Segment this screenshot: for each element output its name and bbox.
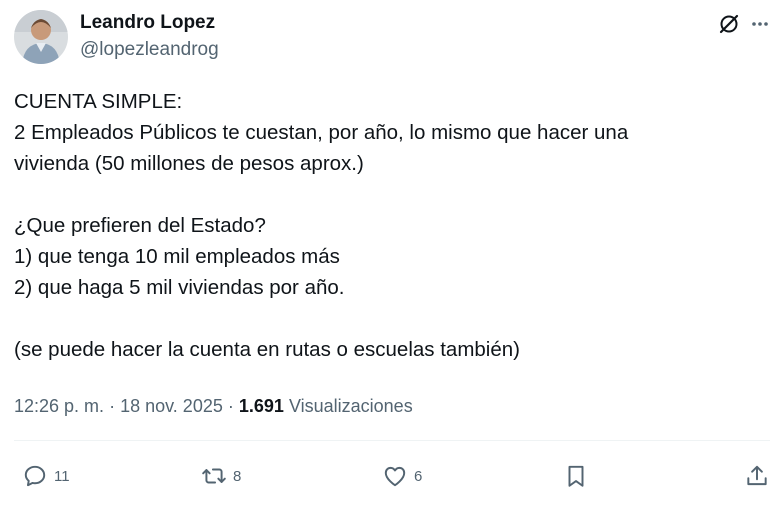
- like-count: 6: [414, 467, 423, 485]
- repost-button[interactable]: 8: [201, 456, 241, 496]
- post-line: ¿Que prefieren del Estado?: [14, 214, 266, 237]
- post-date[interactable]: 18 nov. 2025: [120, 396, 223, 416]
- post-text: CUENTA SIMPLE: 2 Empleados Públicos te c…: [14, 86, 756, 365]
- share-icon: [747, 465, 767, 486]
- bookmark-icon: [568, 465, 584, 487]
- tweet-header: Leandro Lopez @lopezleandrog: [14, 8, 770, 66]
- views-count: 1.691: [238, 396, 284, 416]
- avatar[interactable]: [14, 10, 68, 64]
- divider: [14, 440, 770, 441]
- grok-icon[interactable]: [717, 12, 741, 36]
- more-options-icon[interactable]: [750, 12, 770, 36]
- reply-count: 11: [54, 467, 70, 485]
- post-line: 2 Empleados Públicos te cuestan, por año…: [14, 121, 629, 144]
- post-line: [14, 303, 756, 334]
- post-line: vivienda (50 millones de pesos aprox.): [14, 152, 364, 175]
- bookmark-button[interactable]: [563, 456, 589, 496]
- views-label: Visualizaciones: [288, 396, 413, 416]
- repost-icon: [202, 468, 226, 484]
- author-name[interactable]: Leandro Lopez: [80, 12, 215, 34]
- post-line: 2) que haga 5 mil viviendas por año.: [14, 276, 345, 299]
- repost-count: 8: [233, 467, 242, 485]
- meta-separator: ·: [227, 396, 234, 416]
- post-line: [14, 179, 756, 210]
- reply-icon: [24, 465, 46, 487]
- post-line: (se puede hacer la cuenta en rutas o esc…: [14, 338, 520, 361]
- author-handle[interactable]: @lopezleandrog: [80, 39, 219, 61]
- post-meta: 12:26 p. m. · 18 nov. 2025 · 1.691 Visua…: [14, 396, 413, 417]
- reply-button[interactable]: 11: [22, 456, 70, 496]
- post-line: CUENTA SIMPLE:: [14, 90, 183, 113]
- meta-separator: ·: [109, 396, 116, 416]
- share-button[interactable]: [744, 456, 770, 496]
- post-line: 1) que tenga 10 mil empleados más: [14, 245, 340, 268]
- action-bar: 11 8 6: [0, 456, 770, 496]
- heart-icon: [384, 466, 406, 487]
- like-button[interactable]: 6: [382, 456, 422, 496]
- post-time[interactable]: 12:26 p. m.: [14, 396, 104, 416]
